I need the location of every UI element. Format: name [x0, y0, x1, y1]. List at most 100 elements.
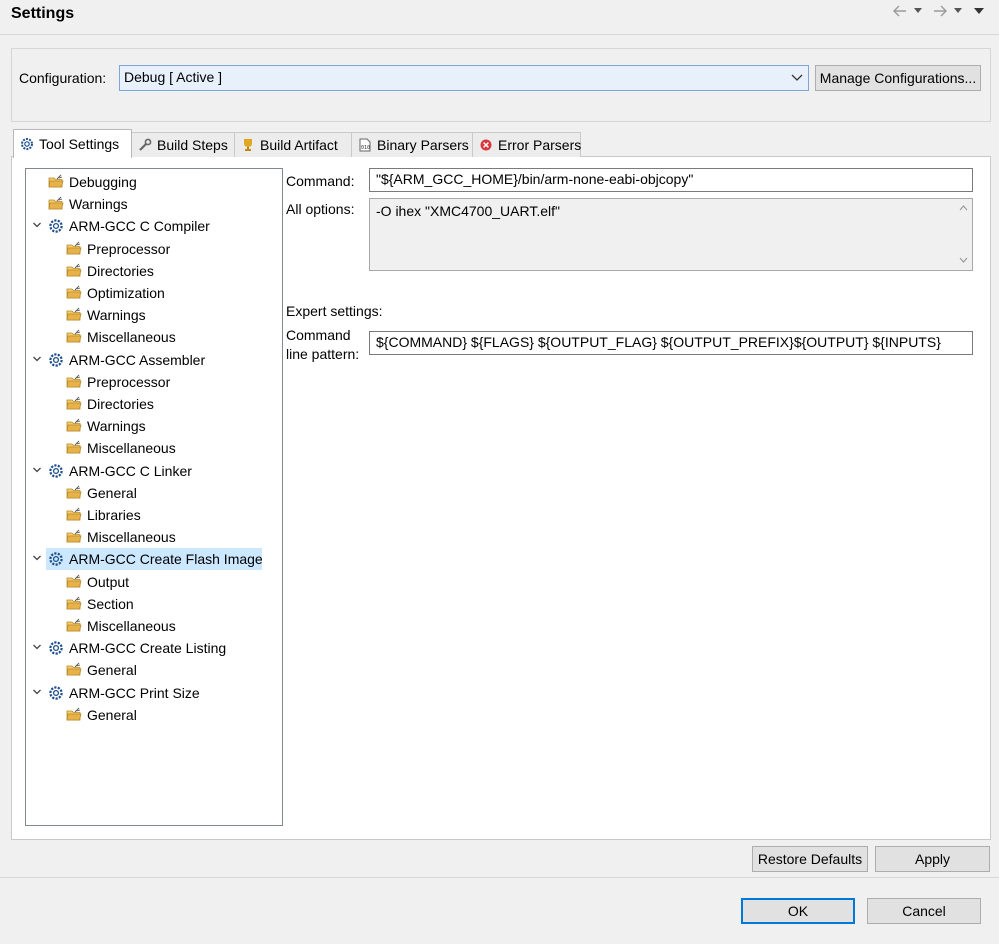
tree-node-tool[interactable]: ARM-GCC Create Listing [26, 637, 280, 659]
command-line-pattern-label-line1: Command [286, 327, 351, 343]
tree-item-label: ARM-GCC Create Listing [69, 640, 227, 657]
expert-settings-label: Expert settings: [286, 303, 383, 319]
tool-gear-icon [49, 685, 63, 700]
forward-menu-chevron-icon[interactable] [953, 7, 963, 15]
tree-item-label: General [87, 706, 137, 723]
tree-item[interactable]: Warnings [26, 304, 280, 326]
options-folder-icon [66, 263, 82, 277]
tree-node-tool[interactable]: ARM-GCC Print Size [26, 682, 280, 704]
expand-chevron-icon[interactable] [32, 354, 42, 364]
vertical-scrollbar[interactable] [955, 199, 972, 270]
options-folder-icon [66, 285, 82, 299]
tree-item-label: Directories [87, 262, 154, 279]
options-folder-icon [66, 330, 82, 343]
expand-chevron-icon[interactable] [32, 465, 42, 475]
gear-icon [21, 138, 33, 150]
tree-item-label: Miscellaneous [87, 329, 176, 346]
apply-button[interactable]: Apply [875, 846, 990, 872]
view-menu-icon[interactable] [973, 7, 985, 15]
page-title: Settings [11, 5, 75, 22]
tree-item-label: Preprocessor [87, 373, 171, 390]
error-icon [480, 139, 492, 151]
options-folder-icon [66, 241, 82, 254]
tree-item-label: Section [87, 595, 134, 612]
options-folder-icon [66, 396, 82, 410]
command-line-pattern-value: ${COMMAND} ${FLAGS} ${OUTPUT_FLAG} ${OUT… [376, 334, 941, 350]
binary-file-icon: 010 [359, 138, 371, 152]
dialog-separator [0, 877, 999, 878]
tab-label: Tool Settings [39, 136, 120, 152]
tool-gear-icon [49, 463, 63, 478]
tab-tool-settings[interactable]: Tool Settings [13, 129, 132, 158]
all-options-value: -O ihex "XMC4700_UART.elf" [376, 203, 560, 219]
tree-item[interactable]: Preprocessor [26, 238, 280, 260]
tree-node-tool[interactable]: ARM-GCC C Linker [26, 460, 280, 482]
tree-item[interactable]: Miscellaneous [26, 526, 280, 548]
expand-chevron-icon[interactable] [32, 553, 42, 563]
tool-settings-tree[interactable]: Debugging Warnings ARM-GCC C Compiler Prepr… [25, 168, 283, 826]
restore-defaults-button[interactable]: Restore Defaults [752, 846, 868, 872]
tree-item[interactable]: Miscellaneous [26, 615, 280, 637]
tree-item[interactable]: Directories [26, 393, 280, 415]
tree-item-label: Warnings [87, 307, 146, 324]
tree-item[interactable]: Miscellaneous [26, 326, 280, 348]
all-options-textarea[interactable]: -O ihex "XMC4700_UART.elf" [369, 198, 973, 271]
forward-arrow-icon[interactable] [932, 4, 948, 18]
tree-item-label: Warnings [87, 418, 146, 435]
tree-item[interactable]: Directories [26, 260, 280, 282]
tree-item[interactable]: Warnings [26, 193, 280, 215]
tree-item[interactable]: Miscellaneous [26, 437, 280, 459]
tab-binary-parsers[interactable]: 010 Binary Parsers [351, 132, 473, 157]
expand-chevron-icon[interactable] [32, 687, 42, 697]
title-bar [0, 0, 999, 35]
tree-item[interactable]: General [26, 659, 280, 681]
options-folder-icon [48, 174, 64, 188]
tree-item[interactable]: Output [26, 571, 280, 593]
tree-item[interactable]: General [26, 482, 280, 504]
command-line-pattern-input[interactable]: ${COMMAND} ${FLAGS} ${OUTPUT_FLAG} ${OUT… [369, 331, 973, 355]
options-folder-icon [66, 374, 82, 388]
tree-item[interactable]: Debugging [26, 171, 280, 193]
tree-node-tool[interactable]: ARM-GCC Create Flash Image [26, 548, 280, 571]
cancel-button[interactable]: Cancel [867, 898, 981, 924]
tab-label: Build Steps [157, 137, 228, 153]
tab-build-artifact[interactable]: Build Artifact [234, 132, 352, 157]
options-folder-icon [66, 485, 82, 499]
manage-configurations-button[interactable]: Manage Configurations... [815, 65, 981, 91]
tree-node-tool[interactable]: ARM-GCC Assembler [26, 349, 280, 371]
ok-button[interactable]: OK [741, 898, 855, 924]
trophy-icon [244, 139, 252, 151]
all-options-label: All options: [286, 201, 355, 217]
options-folder-icon [66, 529, 82, 543]
tool-gear-icon [49, 552, 63, 567]
scroll-down-icon[interactable] [959, 257, 968, 263]
tree-item[interactable]: Section [26, 593, 280, 615]
expand-chevron-icon[interactable] [32, 220, 42, 230]
options-folder-icon [66, 574, 82, 587]
tree-item[interactable]: Warnings [26, 415, 280, 437]
tree-item[interactable]: Libraries [26, 504, 280, 526]
tree-item-label: General [87, 662, 137, 679]
tab-error-parsers[interactable]: Error Parsers [472, 132, 581, 157]
scroll-up-icon[interactable] [959, 205, 968, 211]
options-folder-icon [66, 596, 82, 610]
tree-item-label: Miscellaneous [87, 440, 176, 457]
tree-item[interactable]: Optimization [26, 282, 280, 304]
command-label: Command: [286, 173, 355, 189]
back-menu-chevron-icon[interactable] [913, 7, 923, 15]
configuration-select[interactable]: Debug [ Active ] [119, 65, 809, 91]
configuration-select-value: Debug [ Active ] [124, 69, 223, 85]
tree-item-label: Warnings [69, 196, 128, 213]
tab-build-steps[interactable]: Build Steps [131, 132, 235, 157]
tree-item-label: General [87, 484, 137, 501]
tree-item-label: ARM-GCC Assembler [69, 351, 206, 368]
tree-node-tool[interactable]: ARM-GCC C Compiler [26, 215, 280, 237]
configuration-label: Configuration: [19, 70, 107, 86]
command-input-value: "${ARM_GCC_HOME}/bin/arm-none-eabi-objco… [376, 171, 694, 187]
command-input[interactable]: "${ARM_GCC_HOME}/bin/arm-none-eabi-objco… [369, 168, 973, 192]
back-arrow-icon[interactable] [892, 4, 908, 18]
tree-item[interactable]: General [26, 704, 280, 726]
options-folder-icon [66, 307, 82, 321]
expand-chevron-icon[interactable] [32, 642, 42, 652]
tree-item[interactable]: Preprocessor [26, 371, 280, 393]
